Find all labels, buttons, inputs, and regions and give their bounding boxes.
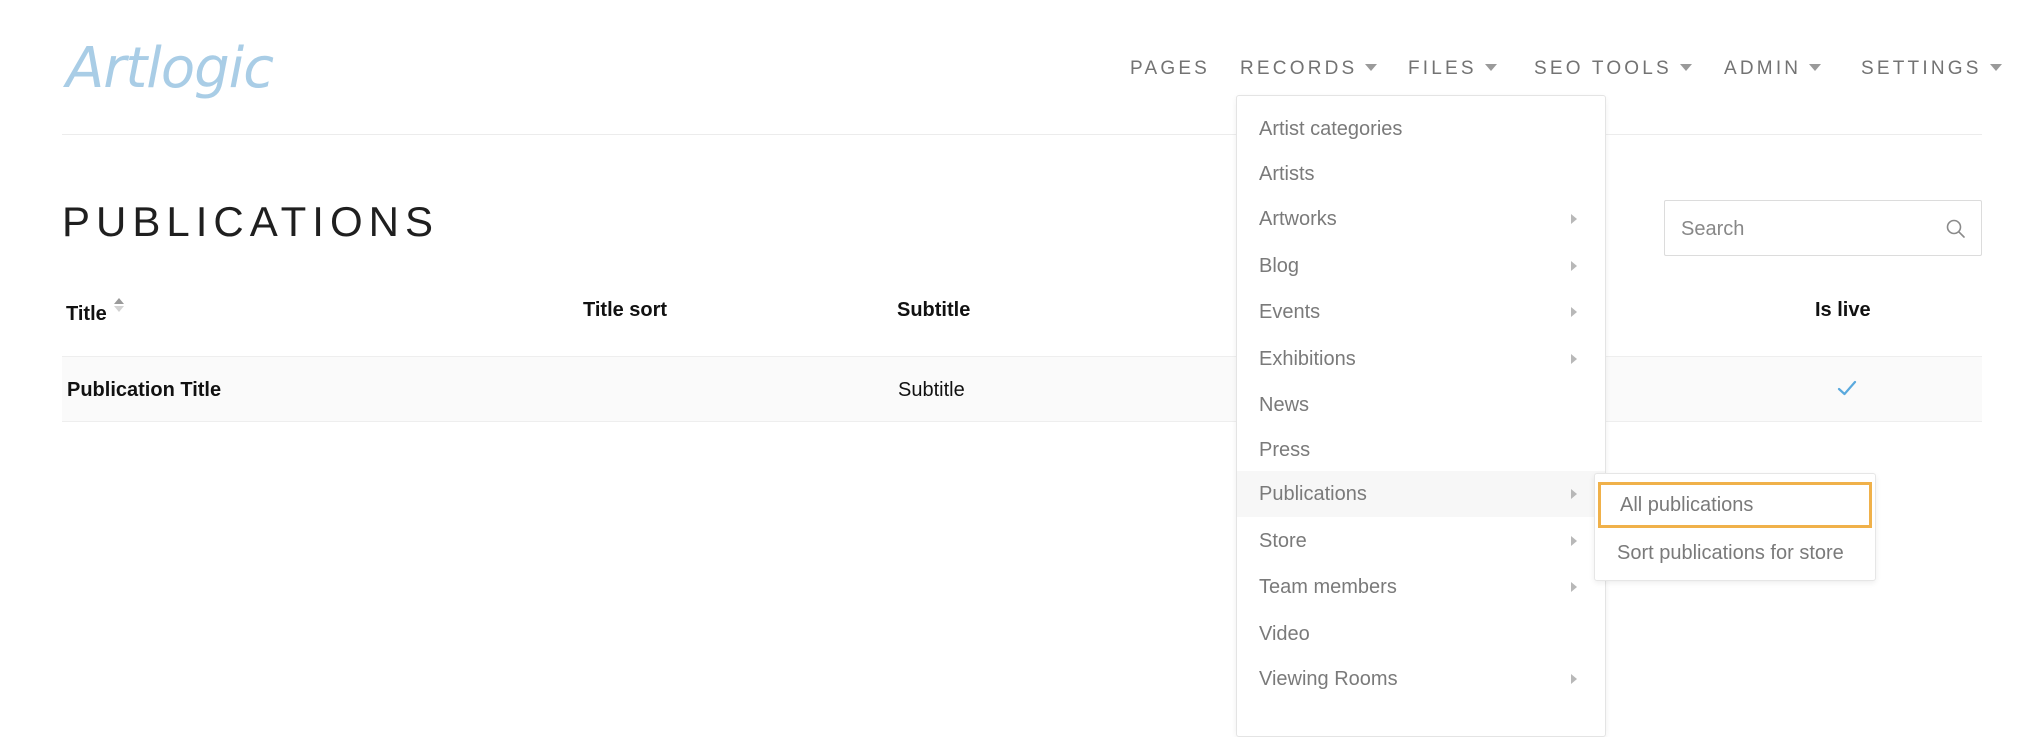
menu-item-label: Exhibitions: [1259, 348, 1356, 370]
menu-item-store[interactable]: Store: [1237, 518, 1605, 564]
menu-item-exhibitions[interactable]: Exhibitions: [1237, 336, 1605, 382]
caret-down-icon: [1989, 64, 2002, 71]
chevron-right-icon: [1571, 261, 1577, 271]
menu-item-artists[interactable]: Artists: [1237, 151, 1605, 197]
caret-down-icon: [1484, 64, 1497, 71]
nav-admin[interactable]: ADMIN: [1724, 54, 1822, 84]
menu-item-artworks[interactable]: Artworks: [1237, 196, 1605, 242]
menu-item-events[interactable]: Events: [1237, 289, 1605, 335]
column-header-title-sort[interactable]: Title sort: [583, 296, 667, 324]
nav-pages[interactable]: PAGES: [1130, 54, 1210, 84]
menu-item-label: Events: [1259, 301, 1321, 323]
publications-submenu: All publications Sort publications for s…: [1594, 473, 1876, 581]
sort-icon[interactable]: [113, 296, 125, 314]
chevron-right-icon: [1571, 536, 1577, 546]
menu-item-label: Artworks: [1259, 208, 1337, 230]
menu-item-blog[interactable]: Blog: [1237, 243, 1605, 289]
row-title[interactable]: Publication Title: [67, 376, 221, 404]
chevron-right-icon: [1571, 489, 1577, 499]
caret-down-icon: [1365, 64, 1378, 71]
submenu-item-sort-publications-for-store[interactable]: Sort publications for store: [1595, 530, 1875, 576]
nav-settings[interactable]: SETTINGS: [1861, 54, 2002, 84]
menu-item-label: News: [1259, 394, 1310, 416]
nav-pages-label: PAGES: [1130, 58, 1211, 79]
menu-item-publications[interactable]: Publications: [1237, 471, 1605, 517]
chevron-right-icon: [1571, 674, 1577, 684]
menu-item-press[interactable]: Press: [1237, 427, 1605, 473]
nav-admin-label: ADMIN: [1724, 58, 1802, 79]
column-header-is-live[interactable]: Is live: [1815, 296, 1871, 324]
header-divider: [62, 134, 1982, 135]
nav-seo-tools[interactable]: SEO TOOLS: [1534, 54, 1692, 84]
menu-item-news[interactable]: News: [1237, 382, 1605, 428]
menu-item-team-members[interactable]: Team members: [1237, 564, 1605, 610]
menu-item-label: Artist categories: [1259, 118, 1403, 140]
column-header-title[interactable]: Title: [66, 296, 125, 328]
menu-item-viewing-rooms[interactable]: Viewing Rooms: [1237, 656, 1605, 702]
menu-item-label: Team members: [1259, 576, 1397, 598]
main-nav: PAGES RECORDS FILES SEO TOOLS ADMIN SETT…: [0, 54, 2030, 84]
nav-records-label: RECORDS: [1240, 58, 1358, 79]
submenu-item-all-publications[interactable]: All publications: [1598, 482, 1872, 528]
table-row[interactable]: Publication Title Subtitle: [62, 356, 1982, 422]
search-icon[interactable]: [1945, 218, 1967, 240]
chevron-right-icon: [1571, 214, 1577, 224]
nav-seo-tools-label: SEO TOOLS: [1534, 58, 1672, 79]
search-box: [1664, 200, 1982, 257]
menu-item-label: Store: [1259, 530, 1307, 552]
caret-down-icon: [1679, 64, 1692, 71]
column-title-label: Title: [66, 303, 107, 325]
menu-item-label: Publications: [1259, 483, 1367, 505]
nav-records[interactable]: RECORDS: [1240, 54, 1378, 84]
caret-down-icon: [1809, 64, 1822, 71]
chevron-right-icon: [1571, 307, 1577, 317]
checkmark-icon: [1837, 380, 1857, 396]
chevron-right-icon: [1571, 582, 1577, 592]
nav-files-label: FILES: [1408, 58, 1477, 79]
chevron-right-icon: [1571, 354, 1577, 364]
column-header-subtitle[interactable]: Subtitle: [897, 296, 970, 324]
menu-item-label: Video: [1259, 623, 1310, 645]
records-dropdown-menu: Artist categories Artists Artworks Blog …: [1236, 95, 1606, 737]
menu-item-artist-categories[interactable]: Artist categories: [1237, 106, 1605, 152]
menu-item-label: Viewing Rooms: [1259, 668, 1398, 690]
row-subtitle: Subtitle: [898, 379, 965, 401]
nav-files[interactable]: FILES: [1408, 54, 1497, 84]
menu-item-video[interactable]: Video: [1237, 611, 1605, 657]
page-title: PUBLICATIONS: [62, 198, 439, 245]
menu-item-label: Blog: [1259, 255, 1300, 277]
menu-item-label: Artists: [1259, 163, 1315, 185]
nav-settings-label: SETTINGS: [1861, 58, 1982, 79]
menu-item-label: Press: [1259, 439, 1311, 461]
search-input[interactable]: [1665, 201, 1943, 257]
